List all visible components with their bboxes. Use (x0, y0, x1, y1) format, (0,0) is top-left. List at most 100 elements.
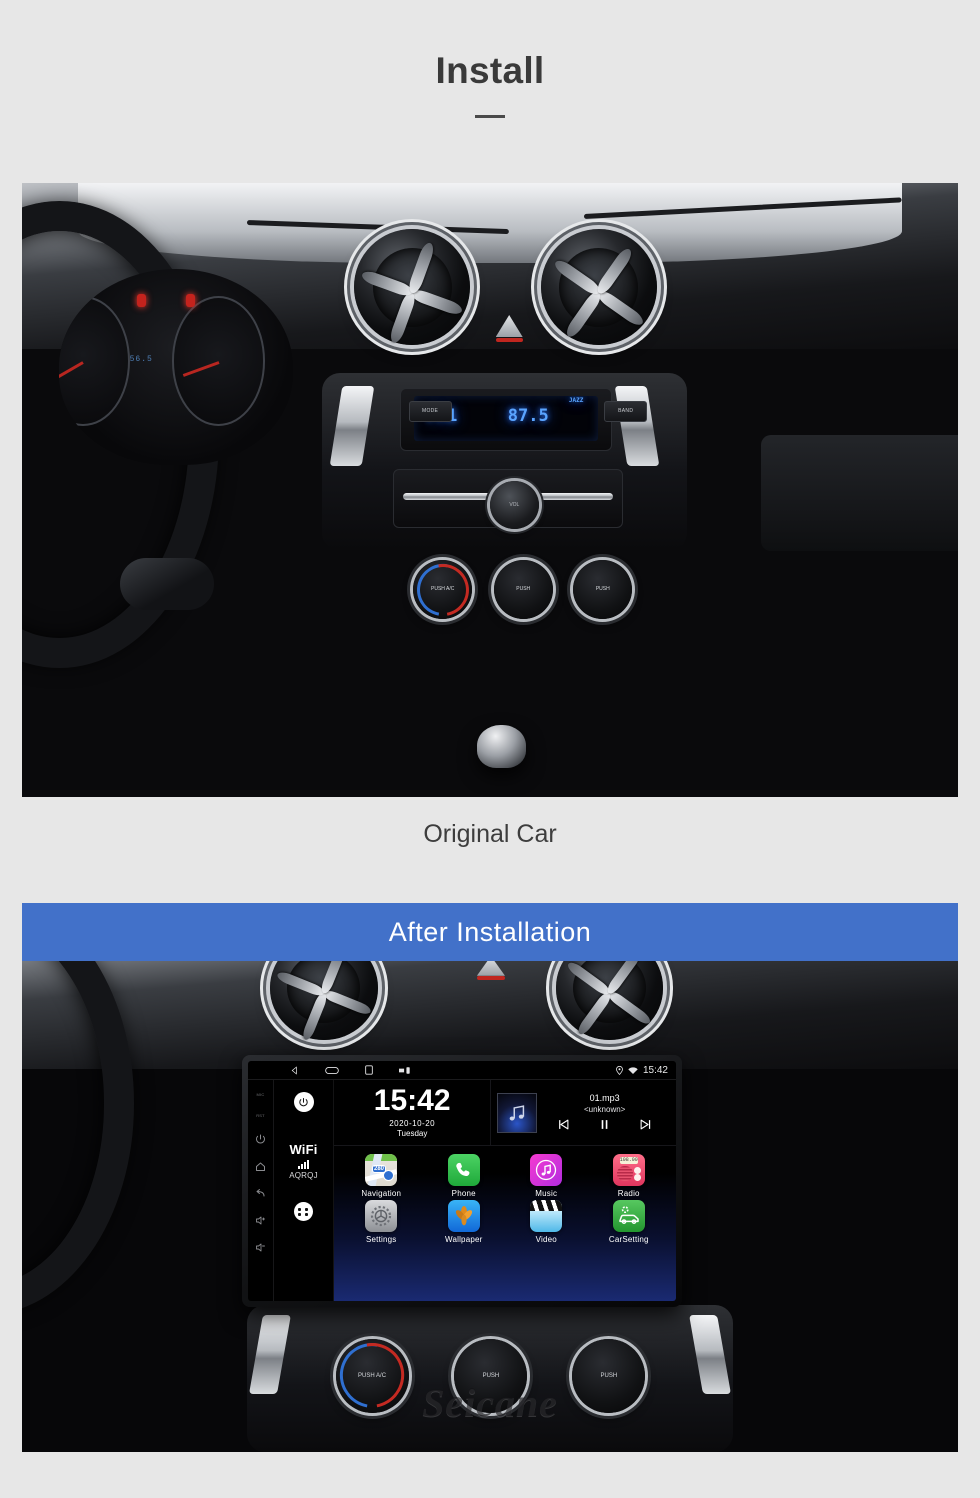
installed-hvac-temp-label: PUSH A/C (358, 1372, 387, 1379)
wifi-signal-bars (289, 1160, 318, 1169)
hardware-rail: MIC RST (248, 1080, 274, 1301)
sim-battery-icon (399, 1066, 412, 1075)
hvac-temperature-knob[interactable]: PUSH A/C (406, 553, 479, 626)
phone-icon (447, 1154, 480, 1186)
app-wallpaper[interactable]: Wallpaper (423, 1200, 506, 1244)
installed-steering-wheel (22, 961, 135, 1315)
back-icon[interactable] (255, 1188, 266, 1199)
app-label: Navigation (361, 1189, 402, 1198)
original-car-caption: Original Car (423, 820, 557, 848)
track-title: 01.mp3 (589, 1093, 620, 1104)
map-icon: 280 (365, 1154, 398, 1186)
screen-power-button[interactable] (293, 1092, 314, 1112)
reset-chip-label: RST (256, 1113, 265, 1118)
status-rail: WiFi AQRQJ (274, 1080, 334, 1301)
home-icon[interactable] (255, 1161, 266, 1172)
wifi-status[interactable]: WiFi AQRQJ (289, 1142, 318, 1180)
track-artist: <unknown> (583, 1104, 626, 1114)
page-title: Install (435, 50, 545, 91)
instrument-cluster: 56.5 (59, 268, 294, 466)
telltale-left (136, 294, 146, 308)
gears-icon (365, 1200, 398, 1232)
gear-shift-knob (476, 724, 526, 768)
status-bar: 15:42 (248, 1061, 676, 1080)
hvac-temp-label: PUSH A/C (431, 585, 455, 592)
gauge-left (59, 296, 130, 427)
steering-wheel-controls[interactable] (120, 557, 214, 610)
hvac-mode-knob[interactable]: PUSH (493, 559, 553, 619)
app-navigation[interactable]: 280 Navigation (340, 1154, 423, 1198)
flower-icon (447, 1200, 480, 1232)
app-music[interactable]: Music (505, 1154, 588, 1198)
clock-widget[interactable]: 15:42 2020-10-20 Tuesday (334, 1080, 492, 1145)
app-video[interactable]: Video (505, 1200, 588, 1244)
title-divider (475, 115, 505, 118)
app-label: Video (535, 1235, 557, 1244)
status-bar-nav-icons (290, 1065, 412, 1075)
installed-vent-blades-right (556, 961, 664, 1040)
radio-frequency-text: 87.5 (507, 405, 549, 426)
vent-blades-left (354, 229, 470, 345)
app-phone[interactable]: Phone (423, 1154, 506, 1198)
status-bar-right: 15:42 (616, 1061, 668, 1080)
air-vent-right (540, 229, 657, 346)
odometer-readout: 56.5 (129, 355, 153, 365)
radio-mode-tag: JAZZ (568, 396, 584, 404)
music-widget[interactable]: 01.mp3 <unknown> (491, 1080, 676, 1145)
app-carsetting[interactable]: CarSetting (588, 1200, 671, 1244)
page-header: Install (0, 0, 980, 118)
head-unit-screen[interactable]: 15:42 MIC RST WiFi AQRQJ 15:42 2020-10-2… (248, 1061, 676, 1301)
android-head-unit: 15:42 MIC RST WiFi AQRQJ 15:42 2020-10-2… (242, 1055, 682, 1307)
wifi-label: WiFi (289, 1142, 318, 1157)
wifi-icon (628, 1066, 638, 1075)
radio-band-button[interactable]: BAND (604, 400, 648, 422)
radio-volume-knob[interactable]: VOL (490, 480, 539, 529)
app-label: Settings (365, 1235, 397, 1244)
power-icon[interactable] (255, 1134, 266, 1145)
hazard-indicator (495, 337, 523, 343)
app-label: Music (535, 1189, 558, 1198)
app-grid: 280 Navigation Phone Music 108.00 Radio … (334, 1146, 676, 1248)
app-label: Radio (617, 1189, 640, 1198)
windshield-glass (78, 183, 902, 263)
passenger-dash-panel (761, 434, 958, 552)
next-track-icon[interactable] (638, 1117, 653, 1132)
volume-up-icon[interactable] (255, 1215, 266, 1226)
app-settings[interactable]: Settings (340, 1200, 423, 1244)
clapper-icon (530, 1200, 563, 1232)
after-installation-banner: After Installation (22, 903, 958, 961)
hvac-mode-label: PUSH (516, 585, 531, 592)
app-label: Phone (451, 1189, 476, 1198)
radio-icon: 108.00 (612, 1154, 645, 1186)
installed-air-vent-right (555, 961, 664, 1040)
app-radio[interactable]: 108.00 Radio (588, 1154, 671, 1198)
radio-frequency-badge: 108.00 (619, 1157, 638, 1164)
clock-weekday: Tuesday (396, 1129, 428, 1139)
air-vent-left (354, 229, 471, 346)
pause-icon[interactable] (597, 1117, 612, 1132)
home-screen: 15:42 2020-10-20 Tuesday 01.mp3 <unknown… (334, 1080, 676, 1301)
player-controls (537, 1117, 672, 1132)
original-dashboard: FM1 87.5 JAZZ MODE BAND VOL PUSH A/C PUS… (22, 183, 958, 797)
location-pin-icon (616, 1066, 623, 1075)
seicane-watermark: Seicane (422, 1380, 558, 1425)
vent-blades-right (541, 229, 657, 345)
clock-date: 2020-10-20 (389, 1119, 436, 1129)
previous-track-icon[interactable] (556, 1117, 571, 1132)
mic-chip-label: MIC (256, 1092, 265, 1097)
original-car-photo: FM1 87.5 JAZZ MODE BAND VOL PUSH A/C PUS… (22, 183, 958, 797)
installed-hazard-indicator (476, 975, 505, 980)
app-drawer-icon[interactable] (294, 1202, 313, 1221)
hvac-fan-label: PUSH (595, 585, 610, 592)
app-label: CarSetting (608, 1235, 649, 1244)
radio-mode-button[interactable]: MODE (408, 400, 452, 422)
home-oval-icon[interactable] (325, 1066, 339, 1075)
clock-time: 15:42 (373, 1083, 451, 1117)
wifi-ssid: AQRQJ (289, 1171, 318, 1180)
recents-square-icon[interactable] (365, 1065, 373, 1075)
volume-down-icon[interactable] (255, 1242, 266, 1253)
status-bar-clock: 15:42 (642, 1065, 668, 1076)
album-art (497, 1093, 538, 1133)
back-triangle-icon[interactable] (290, 1065, 299, 1075)
hvac-fan-knob[interactable]: PUSH (573, 559, 633, 619)
